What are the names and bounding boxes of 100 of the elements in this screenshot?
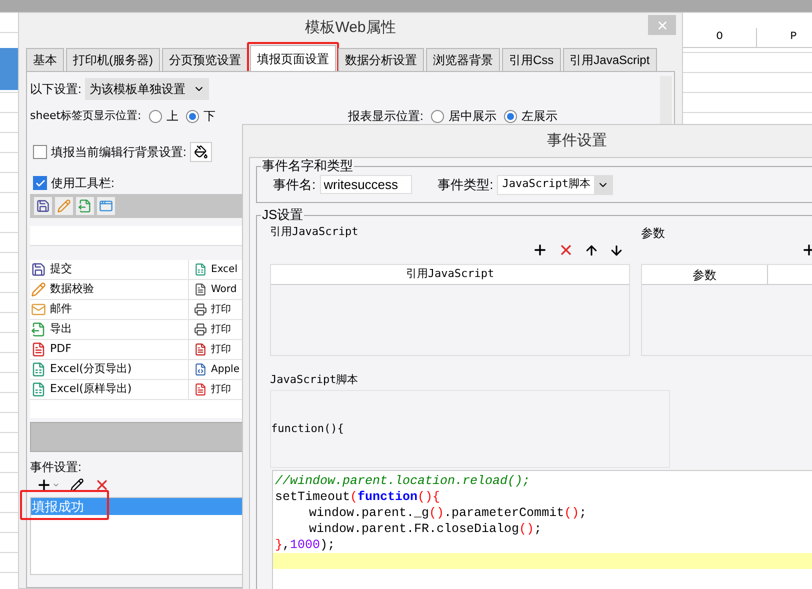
- window-title: 模板Web属性: [305, 18, 396, 38]
- event-name-input[interactable]: writesuccess: [320, 175, 412, 194]
- spreadsheet-icon: [31, 382, 46, 397]
- code-line: window.parent.FR.closeDialog();: [308, 521, 543, 537]
- export-icon: [78, 199, 92, 213]
- document-icon: [194, 283, 207, 296]
- template-select[interactable]: 为该模板单独设置: [85, 78, 210, 100]
- tab[interactable]: 基本: [26, 48, 64, 71]
- checkbox-label: 填报当前编辑行背景设置:: [51, 144, 186, 161]
- toolbar-item[interactable]: 提交: [30, 260, 189, 279]
- tab[interactable]: 数据分析设置: [338, 48, 424, 71]
- pencil-icon: [57, 199, 71, 213]
- pencil-icon: [70, 478, 84, 492]
- mail-icon: [31, 302, 46, 317]
- radio-label: 居中展示: [448, 108, 496, 125]
- toolbar-item[interactable]: Excel(原样导出): [30, 380, 189, 399]
- column-header: 参数: [642, 265, 768, 284]
- toolbar-item[interactable]: 打印: [189, 380, 245, 399]
- document-icon: [194, 343, 207, 356]
- section-label: 事件设置:: [30, 459, 82, 476]
- toolbar-item[interactable]: Excel(分页导出): [30, 360, 189, 379]
- code-line: },1000);: [274, 537, 336, 553]
- save-icon: [36, 199, 50, 213]
- code-line: setTimeout(function(){: [274, 489, 442, 505]
- printer-icon: [194, 303, 207, 316]
- toolbar-item[interactable]: 数据校验: [30, 280, 189, 299]
- code-editor[interactable]: //window.parent.location.reload(); setTimeout(function(){ window.parent._g().parameterCommit(); window.parent.FR.closeDialog(); },1000);: [272, 470, 812, 589]
- radio-label: 下: [203, 108, 216, 125]
- toolbar-button[interactable]: [76, 197, 94, 215]
- radio-button[interactable]: [504, 110, 518, 122]
- group-legend: JS设置: [261, 207, 304, 223]
- toolbar-item[interactable]: Excel: [189, 260, 245, 279]
- tab[interactable]: 打印机(服务器): [66, 48, 160, 71]
- save-icon: [31, 262, 46, 277]
- spreadsheet-icon: [194, 263, 207, 276]
- toolbar-item[interactable]: Word: [189, 280, 245, 299]
- plus-icon: [532, 242, 548, 258]
- toolbar-item[interactable]: Apple: [189, 360, 245, 379]
- pdf-icon: [31, 342, 46, 357]
- tab[interactable]: 浏览器背景: [426, 48, 500, 71]
- section-label: 参数: [641, 225, 666, 240]
- toolbar-button[interactable]: [97, 197, 115, 215]
- delete-button[interactable]: [94, 477, 110, 493]
- group-legend: 事件名字和类型: [261, 158, 354, 174]
- radio-button[interactable]: [431, 110, 444, 122]
- toolbar-item[interactable]: 打印: [189, 300, 245, 319]
- window-title: 事件设置: [547, 130, 607, 151]
- radio-button[interactable]: [149, 110, 162, 122]
- code-line: //window.parent.location.reload();: [274, 473, 532, 489]
- checkbox[interactable]: [33, 145, 47, 159]
- toolbar-item[interactable]: 导出: [30, 320, 189, 339]
- field-label: sheet标签页显示位置:: [30, 108, 142, 124]
- add-button[interactable]: [36, 477, 60, 493]
- checkbox[interactable]: [33, 176, 47, 190]
- toolbar-item[interactable]: 打印: [189, 340, 245, 359]
- section-label: 引用JavaScript: [270, 224, 360, 240]
- field-label: 以下设置:: [30, 81, 82, 98]
- delete-icon: [558, 242, 574, 258]
- selected-cell: [0, 48, 18, 90]
- move-down-button[interactable]: [609, 242, 624, 258]
- toolbar-item[interactable]: 打印: [189, 320, 245, 339]
- check-icon: [34, 178, 46, 188]
- paint-bucket-icon: [194, 145, 208, 159]
- paint-bucket-button[interactable]: [190, 142, 212, 162]
- code-text: function(){: [271, 420, 344, 437]
- toolbar-button[interactable]: [34, 197, 52, 215]
- arrow-down-icon: [609, 242, 624, 258]
- radio-button[interactable]: [186, 110, 200, 122]
- toolbar-item[interactable]: PDF: [30, 340, 189, 359]
- close-icon: [656, 18, 668, 32]
- pdf-icon: [194, 383, 207, 396]
- column-header: 引用JavaScript: [271, 265, 629, 285]
- printer-icon: [194, 323, 207, 336]
- export-icon: [31, 322, 46, 337]
- edit-button[interactable]: [70, 478, 84, 492]
- add-button[interactable]: [532, 242, 548, 258]
- field-label: 报表显示位置:: [348, 108, 424, 125]
- radio-label: 左展示: [521, 108, 558, 125]
- delete-button[interactable]: [558, 242, 574, 258]
- delete-icon: [94, 477, 110, 493]
- field-label: 事件名:: [273, 176, 316, 194]
- move-up-button[interactable]: [584, 242, 599, 258]
- tab[interactable]: 引用JavaScript: [562, 48, 657, 71]
- pencil-icon: [31, 282, 46, 297]
- code-line: window.parent._g().parameterCommit();: [308, 505, 588, 521]
- radio-label: 上: [166, 108, 178, 125]
- toolbar-item[interactable]: 邮件: [30, 300, 189, 319]
- caret-icon: [52, 481, 60, 489]
- event-type-select[interactable]: JavaScript脚本: [497, 174, 614, 194]
- code-file-icon: [194, 363, 207, 376]
- tab[interactable]: 引用Css: [502, 48, 561, 71]
- spreadsheet-icon: [31, 362, 46, 377]
- window-icon: [99, 199, 113, 213]
- section-label: JavaScript脚本: [270, 372, 360, 386]
- field-label: 事件类型:: [438, 176, 494, 194]
- tab[interactable]: 分页预览设置: [162, 48, 248, 71]
- plus-icon: [36, 477, 52, 493]
- checkbox-label: 使用工具栏:: [51, 175, 114, 192]
- column-header: O: [683, 28, 757, 48]
- tab[interactable]: 填报页面设置: [250, 45, 336, 71]
